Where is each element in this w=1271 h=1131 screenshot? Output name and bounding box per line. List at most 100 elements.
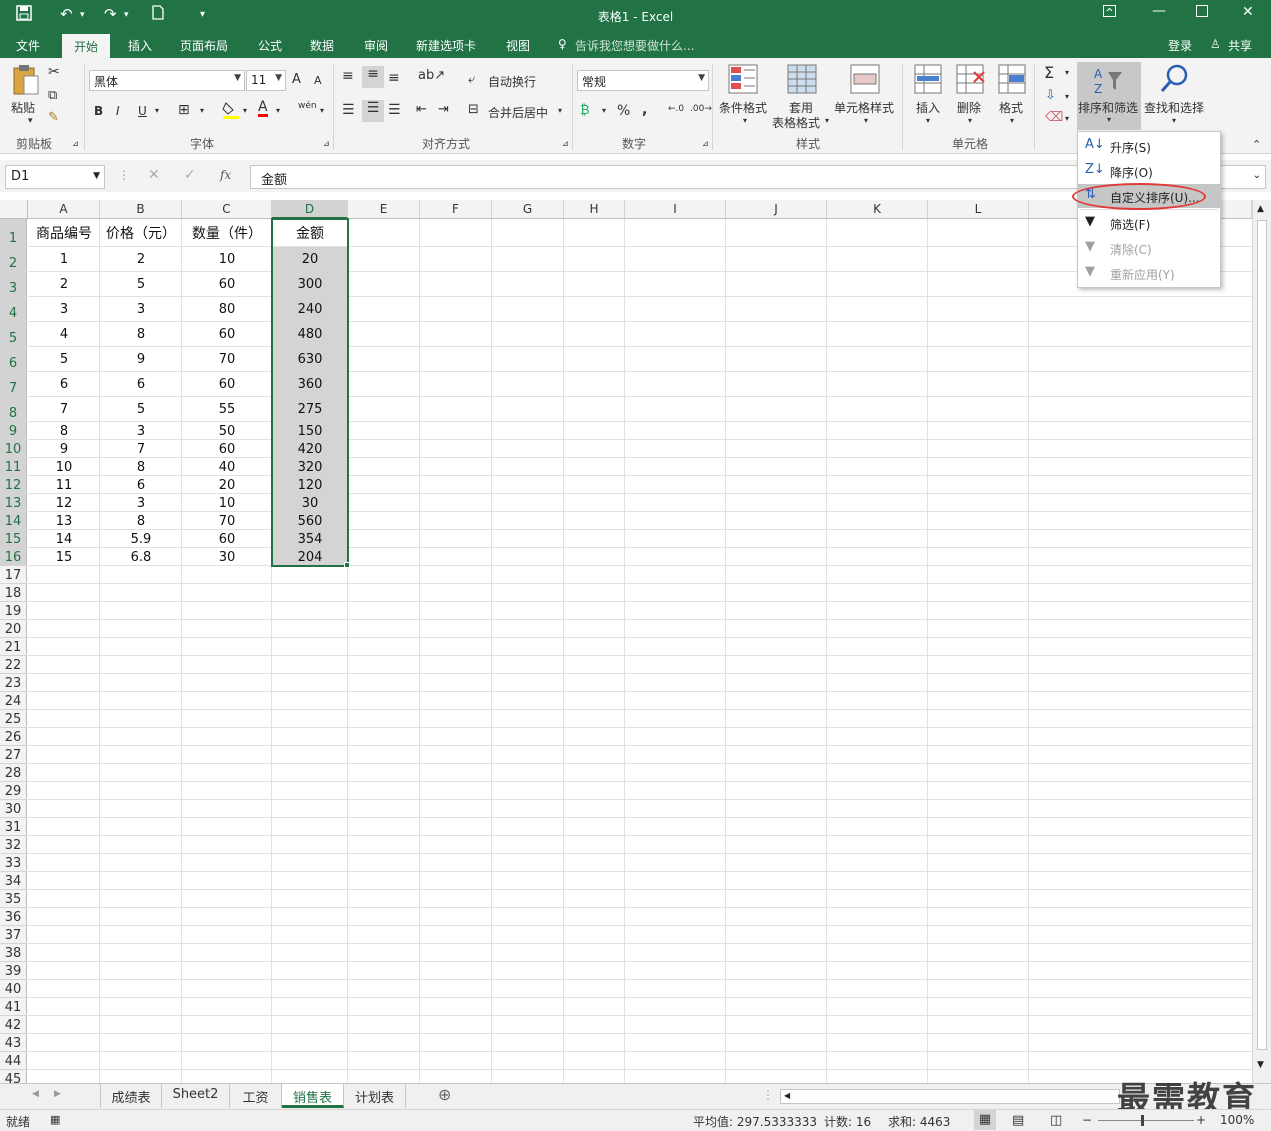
table-cell[interactable]: 40 [182, 458, 272, 476]
table-cell[interactable]: 12 [28, 494, 100, 512]
insert-cells-icon[interactable] [914, 64, 942, 102]
column-header-e[interactable]: E [348, 200, 420, 219]
currency-icon[interactable]: ₿ [580, 102, 590, 118]
cut-icon[interactable]: ✂ [48, 64, 60, 80]
table-header-cell[interactable]: 价格（元） [100, 219, 182, 247]
cell-styles-button[interactable]: 单元格样式 [834, 99, 894, 116]
row-header[interactable]: 20 [0, 620, 27, 638]
close-icon[interactable]: ✕ [1242, 4, 1254, 20]
table-cell[interactable]: 60 [182, 372, 272, 397]
sheet-tab-scores[interactable]: 成绩表 [100, 1084, 162, 1108]
column-header-l[interactable]: L [928, 200, 1029, 219]
percent-button[interactable]: % [617, 103, 630, 119]
merge-dropdown-icon[interactable]: ▾ [558, 106, 562, 115]
fill-color-icon[interactable] [222, 100, 240, 123]
column-header-d[interactable]: D [272, 200, 348, 219]
table-cell[interactable]: 70 [182, 512, 272, 530]
name-box[interactable]: D1 ▼ [5, 165, 105, 189]
clear-dropdown-icon[interactable]: ▾ [1065, 114, 1069, 123]
table-cell[interactable]: 3 [100, 297, 182, 322]
row-header[interactable]: 18 [0, 584, 27, 602]
table-cell[interactable]: 6 [100, 476, 182, 494]
align-center-icon[interactable]: ☰ [362, 100, 384, 122]
zoom-in-icon[interactable]: + [1196, 1113, 1206, 1127]
table-cell[interactable]: 50 [182, 422, 272, 440]
border-icon[interactable]: ⊞ [178, 102, 190, 118]
format-cells-button[interactable]: 格式 [999, 99, 1023, 116]
format-as-table-line2[interactable]: 表格格式 [772, 114, 820, 131]
worksheet-grid[interactable]: ▲ ▼ ABCDEFGHIJKLM12345678910111213141516… [0, 200, 1271, 1083]
increase-decimal-icon[interactable]: ←.0 [668, 104, 684, 114]
row-header[interactable]: 21 [0, 638, 27, 656]
login-link[interactable]: 登录 [1168, 37, 1192, 54]
row-header[interactable]: 38 [0, 944, 27, 962]
font-color-dropdown-icon[interactable]: ▾ [276, 106, 280, 115]
enter-entry-icon[interactable]: ✓ [184, 167, 196, 183]
table-cell[interactable]: 9 [28, 440, 100, 458]
align-middle-icon[interactable]: ≡ [362, 66, 384, 88]
table-cell[interactable]: 8 [28, 422, 100, 440]
table-cell[interactable]: 6.8 [100, 548, 182, 566]
format-cells-icon[interactable] [998, 64, 1026, 102]
tab-data[interactable]: 数据 [310, 37, 334, 54]
decrease-indent-icon[interactable]: ⇤ [416, 102, 427, 117]
table-cell[interactable]: 60 [182, 272, 272, 297]
menu-item-sort-ascending[interactable]: A↓ 升序(S) [1078, 134, 1220, 158]
row-header[interactable]: 1 [0, 219, 27, 247]
row-header[interactable]: 28 [0, 764, 27, 782]
table-cell[interactable]: 10 [182, 247, 272, 272]
number-launcher-icon[interactable]: ⊿ [702, 139, 709, 148]
tab-view[interactable]: 视图 [506, 37, 530, 54]
row-header[interactable]: 14 [0, 512, 27, 530]
table-cell[interactable]: 7 [100, 440, 182, 458]
fill-icon[interactable]: ⇩ [1045, 88, 1056, 103]
table-cell[interactable]: 10 [28, 458, 100, 476]
tab-insert[interactable]: 插入 [128, 37, 152, 54]
alignment-launcher-icon[interactable]: ⊿ [562, 139, 569, 148]
next-sheet-icon[interactable]: ▶ [54, 1089, 61, 1099]
row-header[interactable]: 36 [0, 908, 27, 926]
collapse-ribbon-icon[interactable]: ⌃ [1252, 138, 1261, 151]
row-header[interactable]: 42 [0, 1016, 27, 1034]
row-header[interactable]: 27 [0, 746, 27, 764]
wrap-text-icon[interactable]: ⤶ [468, 72, 475, 87]
ribbon-display-icon[interactable] [1103, 5, 1116, 21]
row-header[interactable]: 25 [0, 710, 27, 728]
table-cell[interactable]: 60 [182, 530, 272, 548]
row-header[interactable]: 39 [0, 962, 27, 980]
select-all-corner[interactable] [0, 200, 28, 219]
cancel-entry-icon[interactable]: ✕ [148, 167, 160, 183]
italic-button[interactable]: I [116, 104, 120, 118]
table-cell[interactable]: 60 [182, 322, 272, 347]
scroll-thumb[interactable] [1257, 220, 1267, 1050]
comma-button[interactable]: , [642, 102, 647, 118]
column-header-a[interactable]: A [28, 200, 100, 219]
fill-handle[interactable] [344, 562, 350, 568]
underline-dropdown-icon[interactable]: ▾ [155, 106, 159, 115]
sheet-tab-sheet2[interactable]: Sheet2 [162, 1084, 230, 1108]
table-cell[interactable]: 8 [100, 512, 182, 530]
row-header[interactable]: 12 [0, 476, 27, 494]
row-header[interactable]: 34 [0, 872, 27, 890]
fill-color-dropdown-icon[interactable]: ▾ [243, 106, 247, 115]
table-cell[interactable]: 10 [182, 494, 272, 512]
row-header[interactable]: 24 [0, 692, 27, 710]
format-dropdown-icon[interactable]: ▾ [1010, 116, 1014, 125]
add-sheet-icon[interactable]: ⊕ [438, 1085, 451, 1104]
table-cell[interactable]: 8 [100, 322, 182, 347]
row-header[interactable]: 44 [0, 1052, 27, 1070]
row-header[interactable]: 13 [0, 494, 27, 512]
row-header[interactable]: 33 [0, 854, 27, 872]
insert-function-button[interactable]: fx [220, 168, 231, 182]
page-layout-view-icon[interactable]: ▤ [1012, 1113, 1024, 1128]
sheet-tab-plan[interactable]: 计划表 [344, 1084, 406, 1108]
table-cell[interactable]: 30 [182, 548, 272, 566]
row-header[interactable]: 2 [0, 247, 27, 272]
find-select-icon[interactable] [1160, 64, 1190, 100]
row-header[interactable]: 43 [0, 1034, 27, 1052]
phonetic-icon[interactable]: wén [298, 101, 317, 111]
decrease-decimal-icon[interactable]: .00→ [690, 104, 712, 114]
column-header-b[interactable]: B [100, 200, 182, 219]
row-header[interactable]: 30 [0, 800, 27, 818]
sheet-tab-salary[interactable]: 工资 [230, 1084, 282, 1108]
